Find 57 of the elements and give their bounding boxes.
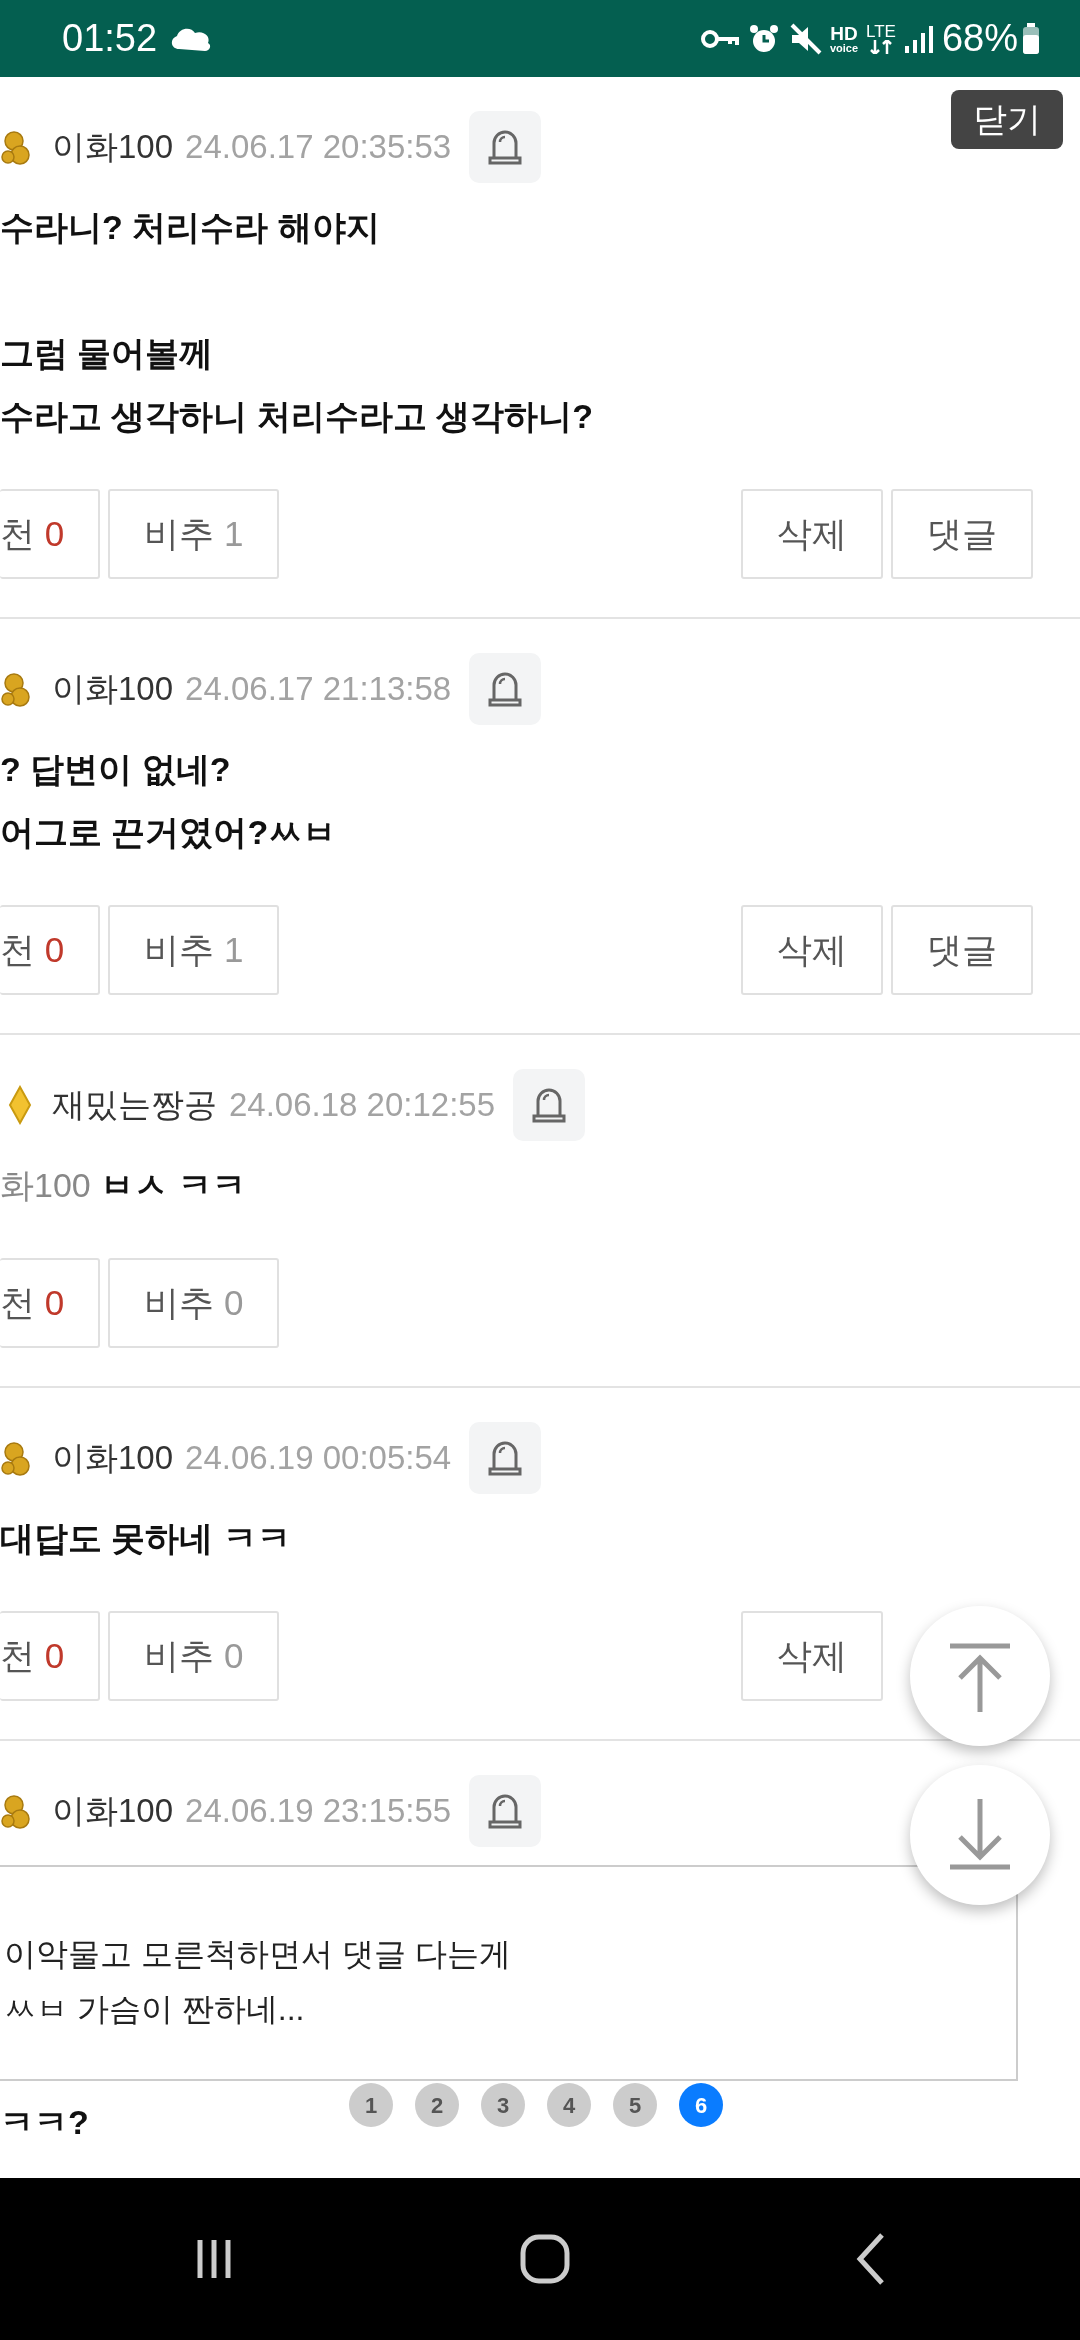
quote-line: 이악물고 모른척하면서 댓글 다는게: [4, 1935, 512, 1974]
scroll-bottom-button[interactable]: [910, 1765, 1050, 1905]
recommend-button[interactable]: 천 0: [0, 905, 101, 995]
delete-button[interactable]: 삭제: [741, 1611, 883, 1701]
reply-button[interactable]: 댓글: [891, 489, 1033, 579]
report-button[interactable]: [469, 653, 542, 725]
comment-text: ? 답변이 없네?: [0, 749, 231, 790]
quote-line: ㅆㅂ 가슴이 짠하네...: [4, 1990, 306, 2029]
comment-text: ㅋㅋ?: [0, 2102, 89, 2143]
comment-date: 24.06.19 23:15:55: [185, 1791, 452, 1832]
author-name: 이화100: [52, 669, 174, 710]
voice-label: voice: [829, 42, 858, 54]
comment-text: 화100 ㅂㅅ ㅋㅋ: [0, 1165, 246, 1206]
recommend-button[interactable]: 천 0: [0, 489, 101, 579]
page-button[interactable]: 3: [481, 2083, 525, 2127]
report-button[interactable]: [469, 1422, 542, 1494]
report-button[interactable]: [469, 111, 542, 183]
hd-label: HD: [830, 23, 858, 43]
scroll-top-button[interactable]: [910, 1606, 1050, 1746]
author-name: 이화100: [52, 1791, 174, 1832]
downvote-button[interactable]: 비추 1: [108, 905, 280, 995]
comment-text: 그럼 물어볼께: [0, 333, 214, 374]
comment-date: 24.06.18 20:12:55: [229, 1085, 496, 1126]
comment-text: 수라고 생각하니 처리수라고 생각하니?: [0, 396, 594, 437]
recommend-button[interactable]: 천 0: [0, 1611, 101, 1701]
page-button[interactable]: 2: [415, 2083, 459, 2127]
author-name: 이화100: [52, 127, 174, 168]
page-button[interactable]: 5: [613, 2083, 657, 2127]
downvote-button[interactable]: 비추 1: [108, 489, 280, 579]
clock-time: 01:52: [62, 16, 158, 61]
author-name: 이화100: [52, 1438, 174, 1479]
delete-button[interactable]: 삭제: [741, 489, 883, 579]
reply-button[interactable]: 댓글: [891, 905, 1033, 995]
downvote-button[interactable]: 비추 0: [108, 1611, 280, 1701]
network-type: LTE: [866, 23, 896, 40]
downvote-button[interactable]: 비추 0: [108, 1258, 280, 1348]
battery-icon: [1022, 22, 1040, 55]
signal-icon: [903, 23, 934, 54]
delete-button[interactable]: 삭제: [741, 905, 883, 995]
page-button[interactable]: 6: [679, 2083, 723, 2127]
report-button[interactable]: [469, 1775, 542, 1847]
data-arrows-icon: [868, 40, 893, 54]
battery-percent: 68%: [941, 16, 1018, 61]
comment-text: 대답도 못하네 ㅋㅋ: [0, 1518, 291, 1559]
author-name: 재밌는짱공: [52, 1085, 217, 1126]
page-button[interactable]: 4: [547, 2083, 591, 2127]
comment-date: 24.06.19 00:05:54: [185, 1438, 452, 1479]
comment-text: 수라니? 처리수라 해야지: [0, 207, 380, 248]
alarm-icon: [747, 22, 780, 55]
comment-text: 어그로 끈거였어?ㅆㅂ: [0, 812, 337, 853]
page-button[interactable]: 1: [349, 2083, 393, 2127]
report-button[interactable]: [513, 1069, 586, 1141]
diamond-icon: [8, 1085, 32, 1125]
recommend-button[interactable]: 천 0: [0, 1258, 101, 1348]
comment-date: 24.06.17 21:13:58: [185, 669, 452, 710]
close-button[interactable]: 닫기: [951, 90, 1063, 149]
comment-date: 24.06.17 20:35:53: [185, 127, 452, 168]
